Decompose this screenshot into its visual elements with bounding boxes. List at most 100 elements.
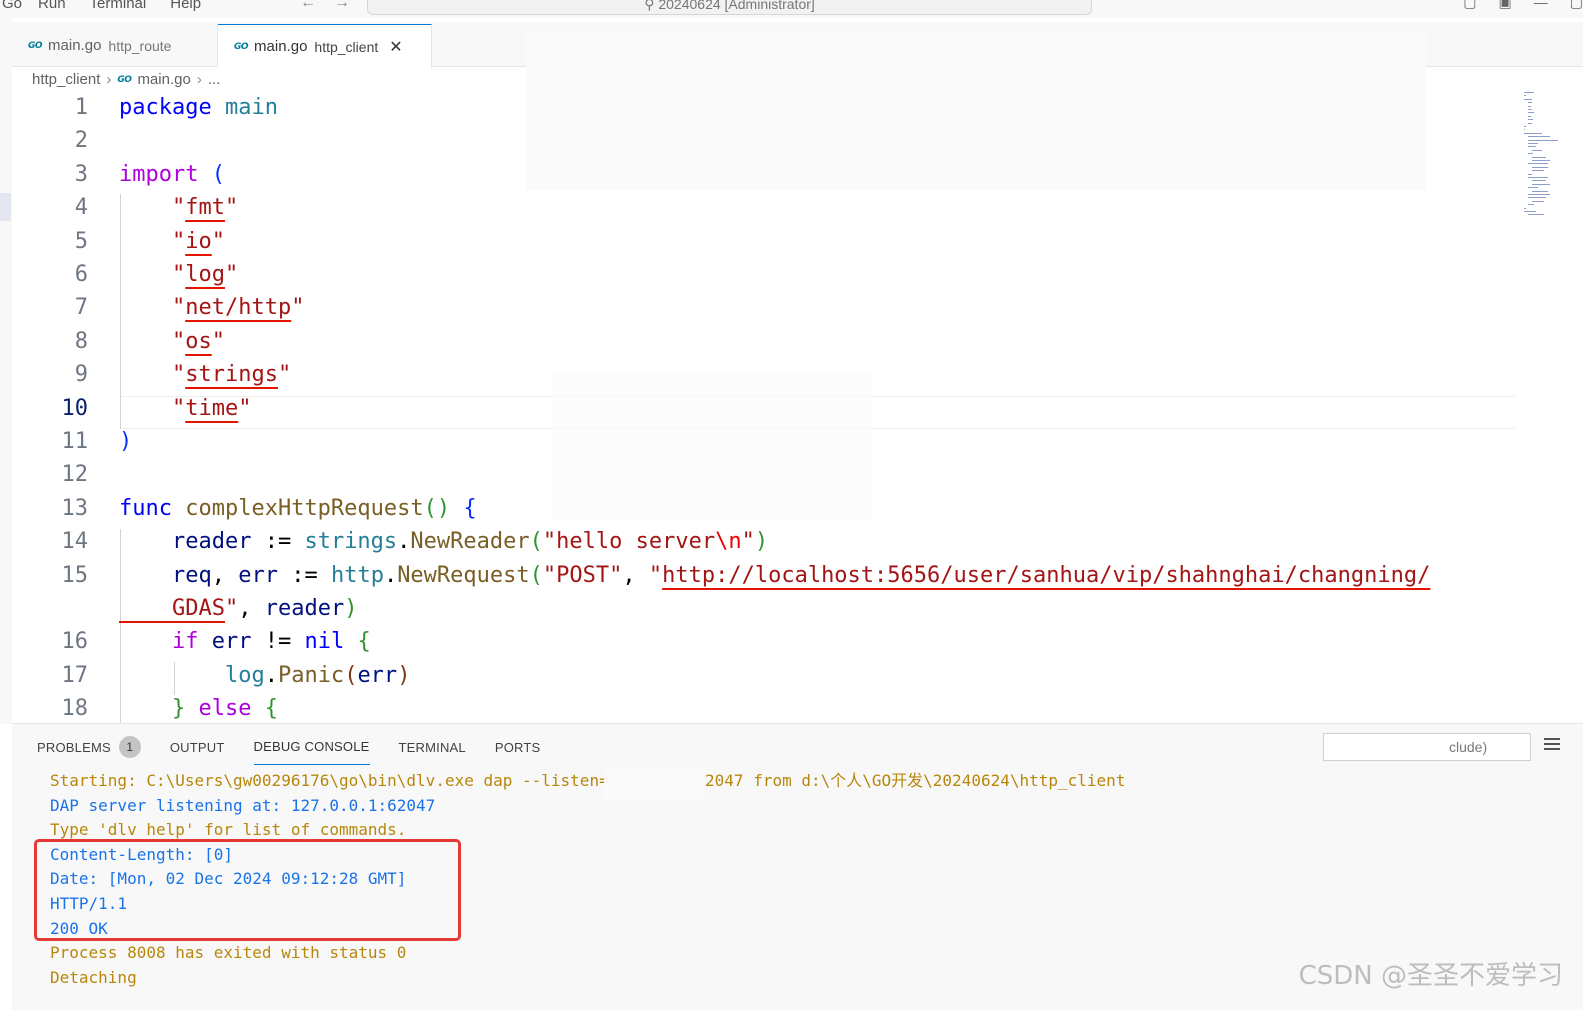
breadcrumb: http_client › GO main.go › ... [32,71,220,88]
word-wrap-icon[interactable] [1544,738,1560,753]
tab-problems[interactable]: PROBLEMS 1 [37,736,141,765]
code-token: " [119,228,186,254]
code-token: io [185,228,212,254]
menu-bar: Go Run Terminal Help [0,0,225,12]
code-line: if err != nil { [119,629,371,654]
line-number: 9 [74,362,88,388]
code-line: } else { [119,696,278,721]
minimap-line [1528,109,1532,110]
go-file-icon: GO [117,74,132,85]
minimap-line [1532,156,1546,158]
tab-ports[interactable]: PORTS [495,736,541,765]
minimap-line [1528,115,1531,117]
code-token: () [423,495,451,521]
code-token: := [277,562,331,588]
console-filter-input[interactable]: clude) [1323,733,1531,761]
code-token: " [119,295,186,321]
close-icon[interactable]: ✕ [389,37,402,57]
minimap-line [1524,207,1526,209]
tab-main-go-http-client[interactable]: GO main.go http_client ✕ [218,24,432,68]
minimize-icon[interactable]: — [1534,0,1548,11]
tab-filename: main.go [48,37,102,54]
minimap-line [1532,190,1548,192]
console-line: Starting: C:\Users\gw00296176\go\bin\dlv… [50,771,1126,790]
minimap[interactable] [1520,92,1560,222]
code-token: " [119,362,186,388]
breadcrumb-more[interactable]: ... [208,71,221,88]
code-token: log [185,262,225,287]
tab-problems-label: PROBLEMS [37,739,111,755]
code-token: \n [715,529,742,555]
code-token: ) [754,529,769,555]
redaction-patch [552,370,872,520]
code-token: net/http [185,295,292,321]
tab-terminal[interactable]: TERMINAL [399,736,466,765]
line-number: 10 [61,395,89,421]
code-token: import [119,161,199,187]
minimap-line [1524,211,1536,212]
code-token: , [622,562,649,588]
code-token: os [185,328,212,354]
menu-item-terminal[interactable]: Terminal [90,0,147,12]
code-token: err [357,662,398,688]
minimap-line [1524,126,1526,127]
minimap-line [1528,173,1532,175]
code-token: reader [264,596,345,621]
back-arrow-icon[interactable]: ← [300,0,316,11]
code-line: "os" [119,329,225,354]
console-line: Detaching [50,967,137,987]
code-token: ) [119,429,133,454]
minimap-line [1524,98,1532,100]
minimap-line [1524,129,1525,131]
code-line: import ( [119,162,225,187]
code-token: Panic [277,662,345,688]
code-token: NewRequest [397,562,530,588]
minimap-line [1528,214,1544,216]
breadcrumb-file[interactable]: main.go [137,71,190,88]
console-line: Process 8008 has exited with status 0 [50,943,407,963]
code-token: ( [198,161,225,187]
code-token: " [224,262,239,287]
go-file-icon: GO [234,41,249,52]
code-token: } [119,696,186,722]
breadcrumb-folder[interactable]: http_client [32,71,100,88]
code-token: ( [344,662,358,688]
tab-output[interactable]: OUTPUT [170,736,225,765]
tab-main-go-http-route[interactable]: GO main.go http_route [12,24,218,67]
minimap-line [1528,102,1532,104]
watermark: CSDN @圣圣不爱学习 [1298,961,1563,991]
menu-item-go[interactable]: Go [2,0,22,12]
tab-debug-console[interactable]: DEBUG CONSOLE [253,736,370,765]
code-token: main [211,95,278,120]
menu-item-help[interactable]: Help [170,0,201,12]
forward-arrow-icon[interactable]: → [334,0,350,11]
code-token: " [119,195,186,221]
minimap-line [1528,197,1546,199]
activity-selection-indicator [0,193,11,221]
line-number: 3 [74,161,88,187]
navigation-arrows: ← → [300,0,368,12]
code-token: " [119,328,186,354]
minimap-line [1532,183,1550,185]
console-line: DAP server listening at: 127.0.0.1:62047 [50,795,436,815]
minimap-line [1532,160,1550,161]
menu-item-run[interactable]: Run [38,0,66,12]
layout-icon[interactable]: ▢ [1463,0,1476,11]
minimap-line [1528,163,1548,165]
restore-icon[interactable]: ▢ [1570,0,1583,11]
customize-layout-icon[interactable]: ▣ [1499,0,1512,11]
line-number: 11 [61,429,89,454]
code-line: reader := strings.NewReader("hello serve… [119,529,768,554]
chevron-right-icon: › [106,71,112,88]
command-center[interactable]: ⚲ 20240624 [Administrator] [367,0,1092,15]
code-token: " [648,562,663,588]
minimap-line [1528,119,1533,121]
line-number: 4 [74,195,88,221]
code-token: " [224,596,239,621]
code-line: "time" [119,396,252,421]
code-token: " [211,228,225,254]
code-line: "fmt" [119,195,238,220]
minimap-line [1524,132,1542,134]
line-number: 18 [61,696,89,722]
minimap-line [1528,153,1533,155]
